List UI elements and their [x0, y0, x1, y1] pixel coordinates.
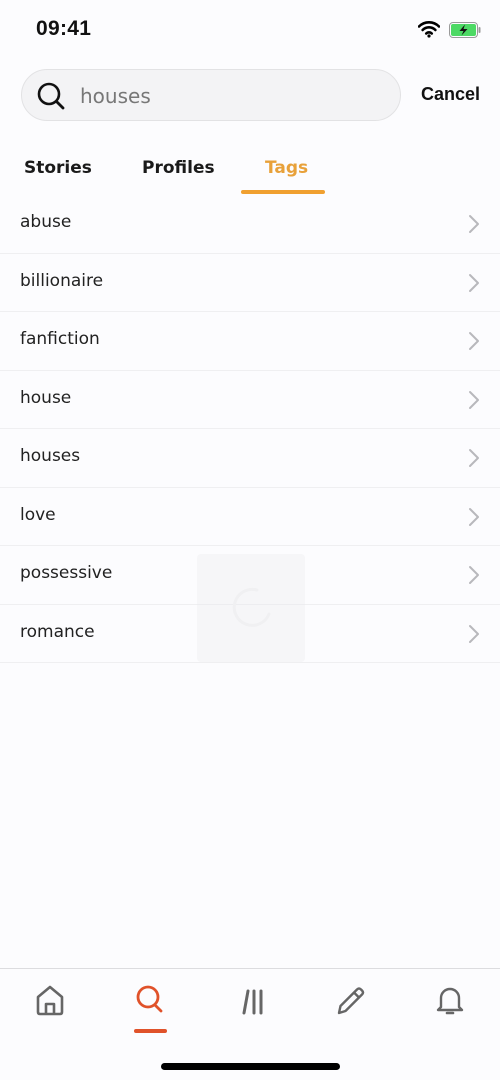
search-row: Cancel [21, 69, 481, 122]
chevron-right-icon [469, 215, 479, 233]
tag-label: love [20, 504, 56, 525]
chevron-right-icon [469, 390, 479, 409]
active-tab-indicator [241, 190, 325, 194]
search-input[interactable] [80, 80, 380, 112]
tag-row-love[interactable]: love [0, 488, 500, 546]
tab-tags[interactable]: Tags [265, 158, 308, 178]
home-indicator[interactable] [161, 1063, 340, 1070]
search-icon [136, 985, 163, 1013]
bottom-nav [0, 968, 500, 1080]
tag-label: billionaire [20, 270, 104, 291]
chevron-right-icon [469, 507, 479, 526]
chevron-right-icon [469, 273, 479, 292]
loading-overlay [197, 554, 305, 662]
loading-spinner-icon [232, 587, 271, 627]
tag-label: abuse [20, 212, 72, 232]
tag-label: houses [20, 446, 81, 466]
tab-stories[interactable]: Stories [24, 158, 92, 178]
tag-row-abuse[interactable]: abuse [0, 195, 500, 254]
nav-notifications[interactable] [433, 983, 473, 1023]
nav-search[interactable] [133, 983, 173, 1023]
tag-row-houses[interactable]: houses [0, 429, 500, 488]
nav-write[interactable] [333, 983, 373, 1023]
home-icon [36, 985, 64, 1016]
tag-label: possessive [20, 563, 113, 583]
tag-row-billionaire[interactable]: billionaire [0, 254, 500, 312]
cancel-button[interactable]: Cancel [421, 84, 480, 105]
status-time: 09:41 [36, 17, 92, 40]
library-icon [242, 989, 263, 1015]
nav-home[interactable] [33, 983, 73, 1023]
nav-active-indicator [134, 1029, 167, 1033]
bell-icon [436, 987, 464, 1015]
chevron-right-icon [469, 566, 479, 584]
chevron-right-icon [469, 449, 479, 467]
tag-label: fanfiction [20, 329, 100, 349]
chevron-right-icon [469, 332, 479, 350]
search-box[interactable] [21, 69, 401, 121]
chevron-right-icon [469, 624, 479, 643]
pencil-icon [337, 987, 365, 1015]
tag-row-fanfiction[interactable]: fanfiction [0, 312, 500, 371]
search-icon [37, 82, 65, 110]
search-tabs: Stories Profiles Tags [0, 150, 500, 196]
tag-row-house[interactable]: house [0, 371, 500, 429]
battery-charging-icon [449, 22, 481, 38]
status-bar: 09:41 [0, 0, 500, 60]
tag-label: house [20, 387, 72, 408]
tab-profiles[interactable]: Profiles [142, 158, 215, 178]
nav-library[interactable] [234, 983, 274, 1023]
wifi-icon [418, 21, 440, 38]
tag-label: romance [20, 621, 95, 642]
